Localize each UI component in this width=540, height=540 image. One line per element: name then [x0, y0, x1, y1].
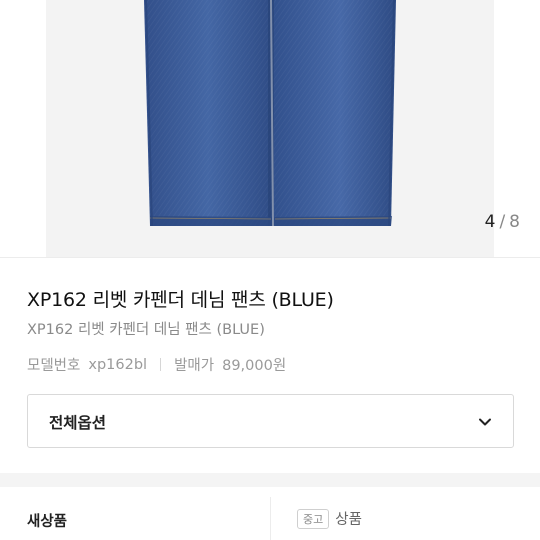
denim-pants-image [144, 0, 396, 227]
product-image-gallery[interactable]: 4/8 [0, 0, 540, 257]
chevron-down-icon [479, 418, 491, 426]
model-number-value: xp162bl [88, 356, 148, 373]
all-options-label: 전체옵션 [49, 414, 107, 432]
image-counter-total: 8 [509, 212, 520, 232]
section-separator [0, 473, 540, 487]
all-options-dropdown[interactable]: 전체옵션 [27, 394, 514, 448]
condition-new-tab[interactable]: 새상품 [27, 510, 67, 531]
product-subtitle: XP162 리벳 카펜더 데님 팬츠 (BLUE) [27, 322, 265, 338]
image-counter-separator: / [499, 212, 506, 232]
product-image[interactable] [46, 0, 494, 257]
release-price-value: 89,000원 [222, 358, 287, 374]
condition-used-tab[interactable]: 중고 상품 [297, 508, 362, 529]
image-counter-current: 4 [484, 212, 496, 232]
meta-divider [160, 358, 162, 371]
used-badge: 중고 [297, 508, 330, 529]
model-number-label: 모델번호 [27, 358, 81, 374]
release-price-label: 발매가 [174, 358, 215, 374]
image-counter: 4/8 [485, 212, 520, 232]
product-title: XP162 리벳 카펜더 데님 팬츠 (BLUE) [27, 289, 334, 311]
condition-used-label: 상품 [335, 512, 362, 528]
product-meta: 모델번호 xp162bl 발매가 89,000원 [27, 354, 286, 375]
condition-divider [270, 497, 271, 540]
gallery-divider [0, 257, 540, 258]
